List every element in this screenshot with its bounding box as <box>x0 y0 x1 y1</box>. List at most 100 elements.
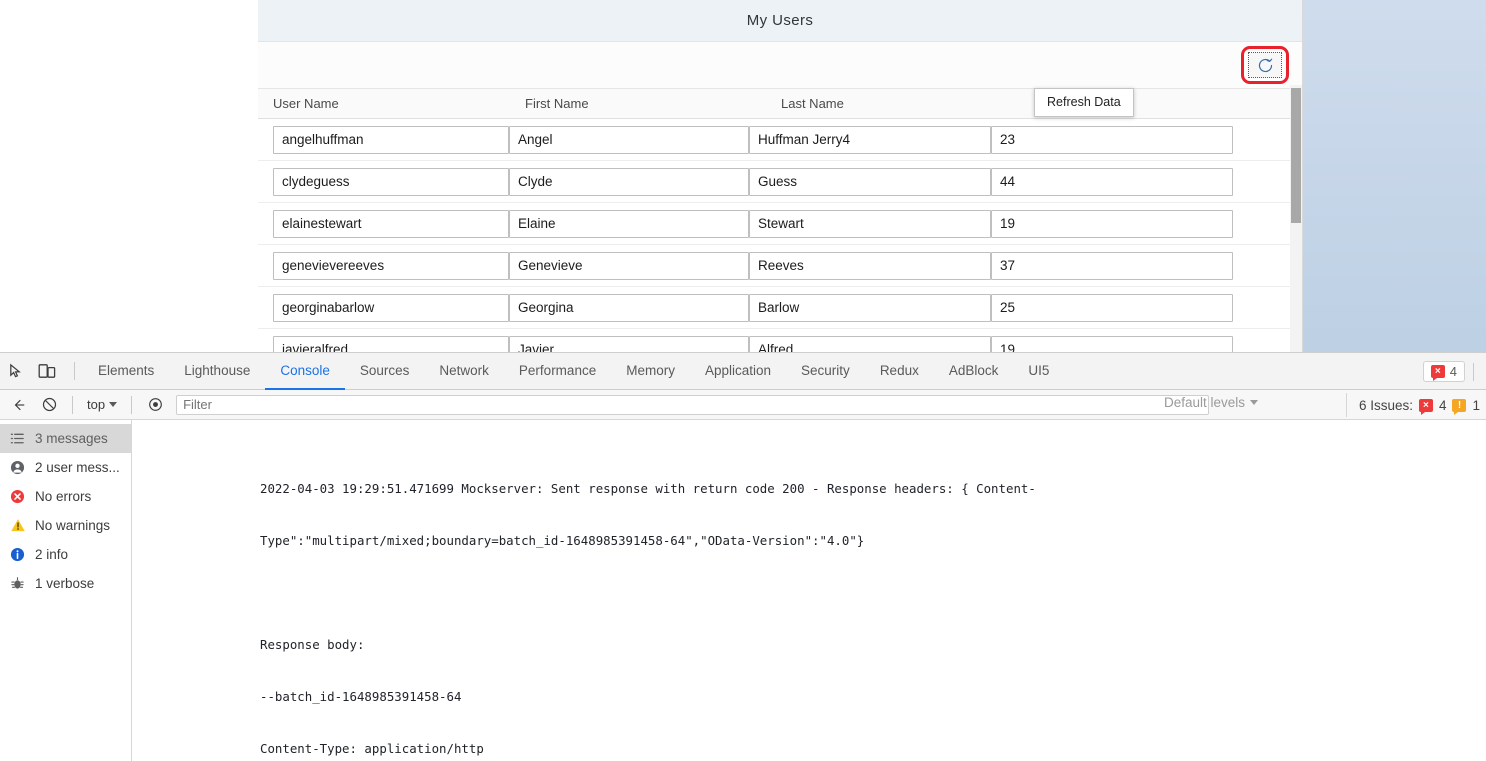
cell-user-name-input[interactable] <box>273 293 509 322</box>
log-line: Content-Type: application/http <box>260 740 484 756</box>
cell-last-name-input[interactable] <box>749 293 991 322</box>
issues-warning-count: 1 <box>1472 397 1480 413</box>
cell-age-input[interactable] <box>991 293 1233 322</box>
tab-console[interactable]: Console <box>265 353 345 390</box>
cell-last-name <box>749 251 991 280</box>
eye-icon[interactable] <box>140 390 170 420</box>
console-sidebar-item[interactable]: 1 verbose <box>0 569 131 598</box>
cell-first-name <box>509 251 749 280</box>
page-background-right <box>1303 0 1486 352</box>
tab-lighthouse[interactable]: Lighthouse <box>169 353 265 390</box>
cell-last-name-input[interactable] <box>749 209 991 238</box>
cell-age-input[interactable] <box>991 251 1233 280</box>
no-entry-icon[interactable] <box>34 390 64 420</box>
cell-age-input[interactable] <box>991 125 1233 154</box>
toolbar-divider <box>74 362 75 380</box>
cell-first-name-input[interactable] <box>509 209 749 238</box>
cell-age-input[interactable] <box>991 209 1233 238</box>
console-sidebar-label: No errors <box>35 489 92 504</box>
column-header-user-name: User Name <box>273 96 339 111</box>
log-line: 2022-04-03 19:29:51.471699 Mockserver: S… <box>260 481 1036 497</box>
table-row <box>258 119 1302 161</box>
execution-context-label: top <box>87 397 106 412</box>
console-sidebar-label: 2 info <box>35 547 69 562</box>
tab-security[interactable]: Security <box>786 353 865 390</box>
refresh-icon <box>1257 57 1274 74</box>
tab-network[interactable]: Network <box>424 353 504 390</box>
error-count-chip[interactable]: × 4 <box>1422 361 1465 382</box>
devtools-panel: Elements Lighthouse Console Sources Network P… <box>0 352 1486 761</box>
tab-adblock[interactable]: AdBlock <box>934 353 1014 390</box>
cell-last-name <box>749 335 991 352</box>
cell-first-name <box>509 209 749 238</box>
tab-ui5[interactable]: UI5 <box>1013 353 1064 390</box>
cell-user-name <box>273 251 509 280</box>
cell-user-name <box>273 335 509 352</box>
log-top-clip <box>132 420 1486 429</box>
issues-label: 6 Issues: <box>1358 397 1413 413</box>
cell-last-name-input[interactable] <box>749 251 991 280</box>
error-icon <box>9 488 26 505</box>
issues-error-badge-icon: × <box>1418 398 1433 415</box>
cell-age-input[interactable] <box>991 167 1233 196</box>
cell-first-name-input[interactable] <box>509 125 749 154</box>
tab-sources[interactable]: Sources <box>345 353 425 390</box>
clear-console-icon[interactable] <box>4 390 34 420</box>
app-toolbar <box>258 42 1302 89</box>
console-sidebar-item[interactable]: 2 user mess... <box>0 453 131 482</box>
log-entry[interactable]: 19:29:51.472 Log-dbg.js 2022-04-03 19:29… <box>132 420 1486 761</box>
console-sidebar-item[interactable]: 3 messages <box>0 424 131 453</box>
execution-context-select[interactable]: top <box>81 397 123 412</box>
cell-user-name-input[interactable] <box>273 251 509 280</box>
cell-user-name <box>273 209 509 238</box>
tab-elements[interactable]: Elements <box>83 353 169 390</box>
cell-last-name <box>749 125 991 154</box>
table-header-row: User Name First Name Last Name Age <box>258 89 1302 119</box>
user-icon <box>9 459 26 476</box>
console-sidebar-label: 3 messages <box>35 431 108 446</box>
cell-first-name-input[interactable] <box>509 335 749 352</box>
cell-first-name-input[interactable] <box>509 167 749 196</box>
console-sidebar: 3 messages 2 user mess... No errors No warn… <box>0 420 132 761</box>
cell-age <box>991 167 1233 196</box>
cell-last-name-input[interactable] <box>749 335 991 352</box>
tab-performance[interactable]: Performance <box>504 353 611 390</box>
cell-age-input[interactable] <box>991 335 1233 352</box>
console-sidebar-item[interactable]: 2 info <box>0 540 131 569</box>
tab-application[interactable]: Application <box>690 353 786 390</box>
log-levels-select[interactable]: Default levels <box>1164 395 1258 410</box>
column-header-last-name: Last Name <box>781 96 844 111</box>
issues-summary[interactable]: 6 Issues: × 4 ! 1 <box>1345 393 1480 417</box>
tab-redux[interactable]: Redux <box>865 353 934 390</box>
column-header-first-name: First Name <box>525 96 589 111</box>
list-icon <box>9 430 26 447</box>
issues-error-count: 4 <box>1438 397 1447 413</box>
cell-first-name-input[interactable] <box>509 293 749 322</box>
refresh-button-focus-ring <box>1241 46 1289 84</box>
refresh-tooltip: Refresh Data <box>1034 88 1134 117</box>
console-filter-input[interactable] <box>176 394 1210 415</box>
devtools-tabbar: Elements Lighthouse Console Sources Network P… <box>0 353 1486 390</box>
cell-user-name-input[interactable] <box>273 167 509 196</box>
devtools-tool-icons <box>0 356 66 386</box>
console-sidebar-item[interactable]: No errors <box>0 482 131 511</box>
refresh-button[interactable] <box>1248 52 1282 78</box>
warning-icon <box>9 517 26 534</box>
tab-memory[interactable]: Memory <box>611 353 690 390</box>
inspect-cursor-icon[interactable] <box>0 356 30 386</box>
cell-first-name <box>509 335 749 352</box>
console-sidebar-label: 1 verbose <box>35 576 95 591</box>
cell-first-name-input[interactable] <box>509 251 749 280</box>
table-scrollbar-thumb[interactable] <box>1291 88 1301 223</box>
device-toolbar-icon[interactable] <box>32 356 62 386</box>
console-sidebar-item[interactable]: No warnings <box>0 511 131 540</box>
table-row <box>258 203 1302 245</box>
cell-user-name-input[interactable] <box>273 335 509 352</box>
console-filter-bar: top Default levels 6 Issues: × 4 ! 1 <box>0 390 1486 420</box>
cell-last-name-input[interactable] <box>749 125 991 154</box>
table-body <box>258 119 1302 352</box>
chevron-down-icon-levels <box>1250 400 1258 405</box>
cell-last-name-input[interactable] <box>749 167 991 196</box>
cell-user-name-input[interactable] <box>273 125 509 154</box>
cell-user-name-input[interactable] <box>273 209 509 238</box>
